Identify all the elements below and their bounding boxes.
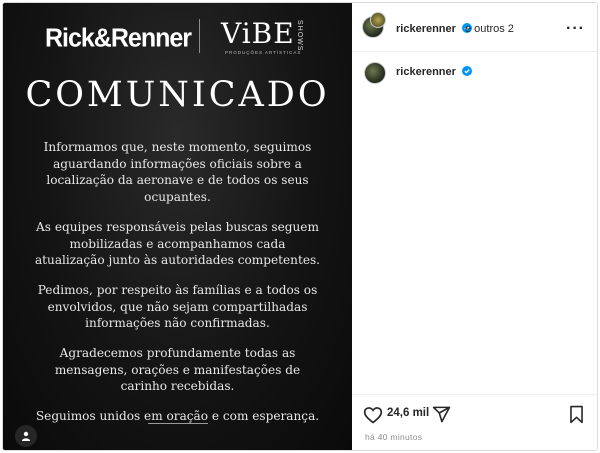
tagged-users-button[interactable] bbox=[15, 425, 37, 447]
post-logos: Rick&Renner ViBE SHOWS PRODUÇÕES ARTÍSTI… bbox=[3, 17, 352, 59]
more-options-icon[interactable]: ··· bbox=[566, 20, 585, 38]
post-actions: 24,6 mil há 40 minutos bbox=[352, 394, 597, 450]
caption-row: rickerenner bbox=[352, 58, 597, 88]
post-image[interactable]: Rick&Renner ViBE SHOWS PRODUÇÕES ARTÍSTI… bbox=[3, 3, 352, 450]
user-icon bbox=[22, 431, 30, 441]
post-body-text: Informamos que, neste momento, seguimos … bbox=[33, 139, 322, 438]
post-paragraph: As equipes responsáveis pelas buscas seg… bbox=[34, 219, 321, 268]
post-paragraph: Agradecemos profundamente todas as mensa… bbox=[54, 346, 301, 394]
post-divider-rule bbox=[148, 423, 208, 424]
verified-badge-icon bbox=[462, 66, 472, 76]
post-header: rickerenner e outros 2 ··· bbox=[352, 3, 597, 52]
vibe-subtitle: PRODUÇÕES ARTÍSTICAS bbox=[225, 50, 302, 55]
header-username-text[interactable]: rickerenner bbox=[396, 23, 456, 35]
logo-divider bbox=[199, 19, 200, 53]
post-timestamp: há 40 minutos bbox=[365, 432, 423, 442]
caption-username[interactable]: rickerenner bbox=[396, 66, 472, 78]
vibe-shows-label: SHOWS bbox=[296, 20, 303, 52]
like-count[interactable]: 24,6 mil bbox=[387, 407, 429, 419]
post-sidebar: rickerenner e outros 2 ··· rickerenner 2… bbox=[352, 3, 597, 450]
instagram-post-window: Rick&Renner ViBE SHOWS PRODUÇÕES ARTÍSTI… bbox=[2, 2, 598, 451]
post-paragraph: Pedimos, por respeito às famílias e a to… bbox=[37, 282, 318, 331]
caption-avatar[interactable] bbox=[364, 62, 386, 84]
coauthors-link[interactable]: e outros 2 bbox=[465, 23, 514, 35]
coauthor-avatar[interactable] bbox=[370, 12, 386, 28]
bookmark-icon[interactable] bbox=[568, 405, 585, 424]
rick-renner-logo: Rick&Renner bbox=[45, 23, 192, 53]
heart-icon[interactable] bbox=[363, 405, 383, 425]
header-username[interactable]: rickerenner bbox=[396, 23, 472, 35]
vibe-logo: ViBE bbox=[221, 17, 295, 50]
caption-username-text[interactable]: rickerenner bbox=[396, 66, 456, 78]
post-paragraph: Informamos que, neste momento, seguimos … bbox=[43, 140, 312, 205]
share-icon[interactable] bbox=[432, 405, 451, 424]
post-headline: COMUNICADO bbox=[25, 75, 330, 115]
